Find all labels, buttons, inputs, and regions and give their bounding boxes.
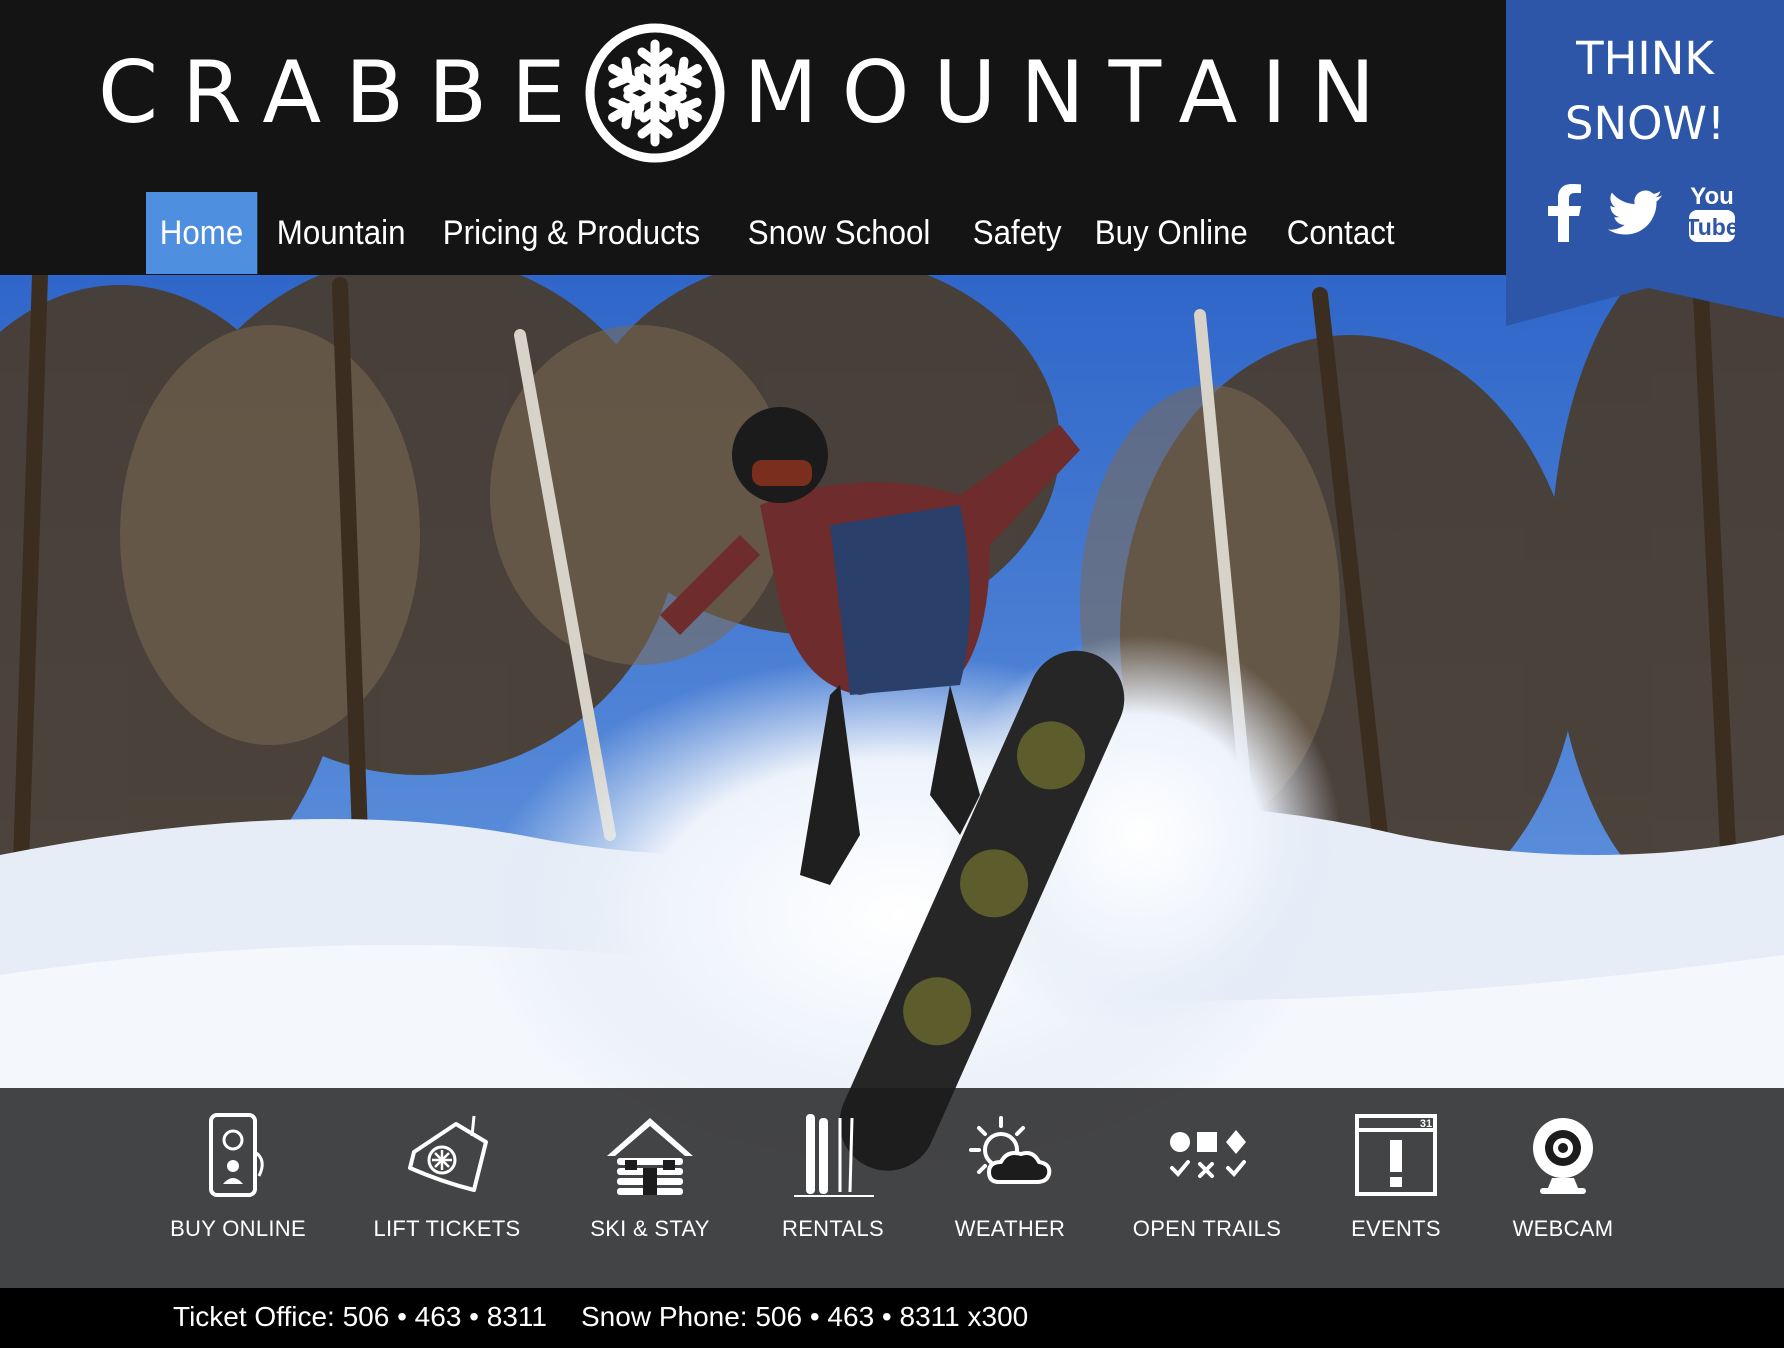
quicklink-label: BUY ONLINE bbox=[170, 1216, 306, 1241]
contact-footer: Ticket Office: 506 • 463 • 8311 Snow Pho… bbox=[0, 1288, 1784, 1348]
logo-word-crabbe: CRABBE bbox=[98, 43, 590, 143]
nav-safety[interactable]: Safety bbox=[959, 192, 1075, 274]
snowflake-icon bbox=[585, 23, 724, 163]
skis-icon bbox=[794, 1114, 874, 1197]
think-snow-banner: THINK SNOW! You Tube bbox=[1506, 0, 1784, 326]
quicklink-weather[interactable]: WEATHER bbox=[920, 1088, 1100, 1288]
main-nav: Home Mountain Pricing & Products Snow Sc… bbox=[146, 192, 1417, 274]
nav-pricing-products[interactable]: Pricing & Products bbox=[429, 192, 714, 274]
banner-line-2: SNOW! bbox=[1564, 97, 1726, 150]
quicklink-lift-tickets[interactable]: LIFT TICKETS bbox=[357, 1088, 537, 1288]
lift-ticket-icon bbox=[408, 1115, 488, 1192]
site-logo[interactable]: CRABBE MOUNTAIN bbox=[98, 22, 1399, 164]
ticket-office-phone[interactable]: Ticket Office: 506 • 463 • 8311 bbox=[173, 1301, 547, 1333]
trail-difficulty-icon bbox=[1170, 1130, 1246, 1178]
nav-mountain[interactable]: Mountain bbox=[263, 192, 419, 274]
calendar-icon: 31 bbox=[1355, 1114, 1437, 1196]
quicklink-label: WEBCAM bbox=[1512, 1216, 1614, 1241]
quicklink-buy-online[interactable]: BUY ONLINE bbox=[148, 1088, 328, 1288]
facebook-icon[interactable] bbox=[1546, 184, 1582, 242]
youtube-tube-text: Tube bbox=[1688, 214, 1736, 240]
think-snow-text: THINK SNOW! bbox=[1506, 26, 1784, 156]
youtube-icon[interactable]: You Tube bbox=[1688, 182, 1736, 244]
snow-phone[interactable]: Snow Phone: 506 • 463 • 8311 x300 bbox=[581, 1301, 1028, 1333]
nav-buy-online[interactable]: Buy Online bbox=[1081, 192, 1262, 274]
nav-contact[interactable]: Contact bbox=[1273, 192, 1408, 274]
quicklink-label: OPEN TRAILS bbox=[1132, 1216, 1282, 1241]
mobile-phone-icon bbox=[209, 1113, 264, 1197]
quicklink-label: WEATHER bbox=[954, 1216, 1066, 1241]
nav-snow-school[interactable]: Snow School bbox=[734, 192, 944, 274]
quicklink-open-trails[interactable]: OPEN TRAILS bbox=[1117, 1088, 1297, 1288]
quicklink-rentals[interactable]: RENTALS bbox=[743, 1088, 923, 1288]
social-links: You Tube bbox=[1546, 182, 1736, 244]
quicklink-ski-stay[interactable]: SKI & STAY bbox=[560, 1088, 740, 1288]
quicklink-events[interactable]: 31 EVENTS bbox=[1306, 1088, 1486, 1288]
log-cabin-icon bbox=[607, 1118, 693, 1195]
webcam-icon bbox=[1533, 1118, 1593, 1194]
quicklink-label: LIFT TICKETS bbox=[373, 1216, 521, 1241]
quicklink-webcam[interactable]: WEBCAM bbox=[1473, 1088, 1653, 1288]
quick-links-bar: BUY ONLINE LIFT TICKETS SKI & STAY RENTA… bbox=[0, 1088, 1784, 1288]
sun-cloud-icon bbox=[969, 1116, 1052, 1184]
nav-home[interactable]: Home bbox=[146, 192, 258, 274]
logo-word-mountain: MOUNTAIN bbox=[743, 43, 1400, 143]
twitter-icon[interactable] bbox=[1608, 190, 1662, 236]
banner-line-1: THINK bbox=[1576, 32, 1714, 85]
calendar-day: 31 bbox=[1420, 1118, 1432, 1130]
youtube-you-text: You bbox=[1690, 183, 1734, 210]
